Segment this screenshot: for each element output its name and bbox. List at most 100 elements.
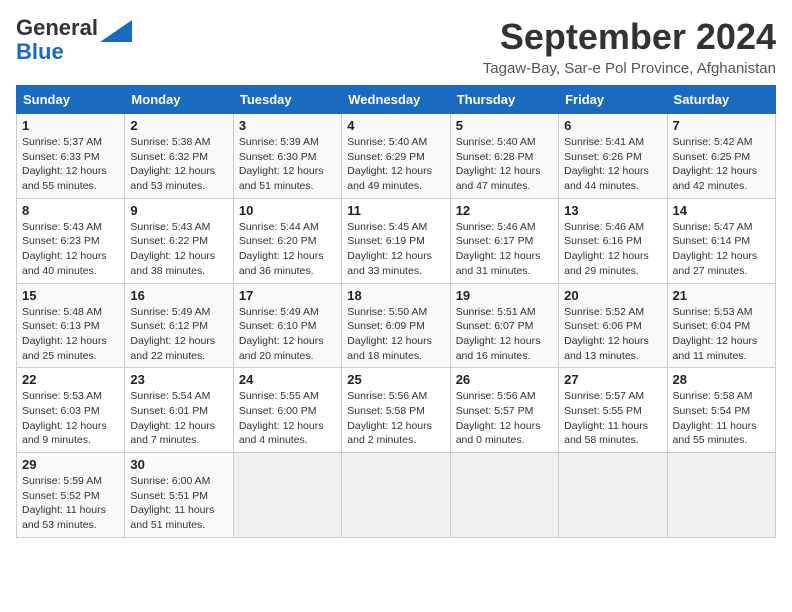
logo: GeneralBlue — [16, 16, 132, 64]
calendar-cell: 12 Sunrise: 5:46 AM Sunset: 6:17 PM Dayl… — [450, 198, 558, 283]
day-number: 7 — [673, 118, 770, 133]
calendar-cell: 18 Sunrise: 5:50 AM Sunset: 6:09 PM Dayl… — [342, 283, 450, 368]
calendar-cell — [342, 453, 450, 538]
day-number: 19 — [456, 288, 553, 303]
calendar-cell — [233, 453, 341, 538]
calendar-week-row: 8 Sunrise: 5:43 AM Sunset: 6:23 PM Dayli… — [17, 198, 776, 283]
day-number: 8 — [22, 203, 119, 218]
day-info: Sunrise: 5:43 AM Sunset: 6:22 PM Dayligh… — [130, 220, 227, 279]
day-number: 17 — [239, 288, 336, 303]
col-header-friday: Friday — [559, 86, 667, 114]
day-info: Sunrise: 5:40 AM Sunset: 6:28 PM Dayligh… — [456, 135, 553, 194]
calendar-table: SundayMondayTuesdayWednesdayThursdayFrid… — [16, 85, 776, 538]
day-info: Sunrise: 5:53 AM Sunset: 6:03 PM Dayligh… — [22, 389, 119, 448]
day-info: Sunrise: 5:37 AM Sunset: 6:33 PM Dayligh… — [22, 135, 119, 194]
col-header-sunday: Sunday — [17, 86, 125, 114]
day-info: Sunrise: 5:55 AM Sunset: 6:00 PM Dayligh… — [239, 389, 336, 448]
day-number: 1 — [22, 118, 119, 133]
location-subtitle: Tagaw-Bay, Sar-e Pol Province, Afghanist… — [483, 60, 776, 77]
day-info: Sunrise: 5:39 AM Sunset: 6:30 PM Dayligh… — [239, 135, 336, 194]
day-number: 14 — [673, 203, 770, 218]
calendar-cell: 10 Sunrise: 5:44 AM Sunset: 6:20 PM Dayl… — [233, 198, 341, 283]
calendar-cell: 26 Sunrise: 5:56 AM Sunset: 5:57 PM Dayl… — [450, 368, 558, 453]
day-number: 9 — [130, 203, 227, 218]
col-header-saturday: Saturday — [667, 86, 775, 114]
calendar-week-row: 22 Sunrise: 5:53 AM Sunset: 6:03 PM Dayl… — [17, 368, 776, 453]
calendar-cell: 6 Sunrise: 5:41 AM Sunset: 6:26 PM Dayli… — [559, 114, 667, 199]
calendar-cell: 11 Sunrise: 5:45 AM Sunset: 6:19 PM Dayl… — [342, 198, 450, 283]
day-info: Sunrise: 5:52 AM Sunset: 6:06 PM Dayligh… — [564, 305, 661, 364]
day-info: Sunrise: 5:46 AM Sunset: 6:16 PM Dayligh… — [564, 220, 661, 279]
day-number: 13 — [564, 203, 661, 218]
calendar-cell: 28 Sunrise: 5:58 AM Sunset: 5:54 PM Dayl… — [667, 368, 775, 453]
calendar-cell: 2 Sunrise: 5:38 AM Sunset: 6:32 PM Dayli… — [125, 114, 233, 199]
calendar-header-row: SundayMondayTuesdayWednesdayThursdayFrid… — [17, 86, 776, 114]
calendar-cell: 16 Sunrise: 5:49 AM Sunset: 6:12 PM Dayl… — [125, 283, 233, 368]
day-info: Sunrise: 5:59 AM Sunset: 5:52 PM Dayligh… — [22, 474, 119, 533]
calendar-cell: 24 Sunrise: 5:55 AM Sunset: 6:00 PM Dayl… — [233, 368, 341, 453]
page-header: GeneralBlue September 2024 Tagaw-Bay, Sa… — [16, 16, 776, 77]
day-info: Sunrise: 5:54 AM Sunset: 6:01 PM Dayligh… — [130, 389, 227, 448]
day-number: 22 — [22, 372, 119, 387]
day-number: 30 — [130, 457, 227, 472]
day-number: 15 — [22, 288, 119, 303]
day-number: 21 — [673, 288, 770, 303]
day-info: Sunrise: 5:49 AM Sunset: 6:12 PM Dayligh… — [130, 305, 227, 364]
day-number: 11 — [347, 203, 444, 218]
day-number: 27 — [564, 372, 661, 387]
calendar-cell: 29 Sunrise: 5:59 AM Sunset: 5:52 PM Dayl… — [17, 453, 125, 538]
calendar-cell: 25 Sunrise: 5:56 AM Sunset: 5:58 PM Dayl… — [342, 368, 450, 453]
day-info: Sunrise: 5:46 AM Sunset: 6:17 PM Dayligh… — [456, 220, 553, 279]
calendar-cell: 9 Sunrise: 5:43 AM Sunset: 6:22 PM Dayli… — [125, 198, 233, 283]
calendar-cell: 4 Sunrise: 5:40 AM Sunset: 6:29 PM Dayli… — [342, 114, 450, 199]
day-number: 6 — [564, 118, 661, 133]
calendar-cell: 20 Sunrise: 5:52 AM Sunset: 6:06 PM Dayl… — [559, 283, 667, 368]
day-info: Sunrise: 5:42 AM Sunset: 6:25 PM Dayligh… — [673, 135, 770, 194]
day-info: Sunrise: 5:57 AM Sunset: 5:55 PM Dayligh… — [564, 389, 661, 448]
day-number: 5 — [456, 118, 553, 133]
logo-icon — [100, 20, 132, 42]
calendar-cell: 13 Sunrise: 5:46 AM Sunset: 6:16 PM Dayl… — [559, 198, 667, 283]
calendar-cell: 17 Sunrise: 5:49 AM Sunset: 6:10 PM Dayl… — [233, 283, 341, 368]
day-number: 10 — [239, 203, 336, 218]
day-number: 29 — [22, 457, 119, 472]
day-number: 24 — [239, 372, 336, 387]
calendar-cell — [559, 453, 667, 538]
day-info: Sunrise: 5:38 AM Sunset: 6:32 PM Dayligh… — [130, 135, 227, 194]
logo-blue: Blue — [16, 39, 64, 64]
day-info: Sunrise: 5:50 AM Sunset: 6:09 PM Dayligh… — [347, 305, 444, 364]
calendar-cell: 7 Sunrise: 5:42 AM Sunset: 6:25 PM Dayli… — [667, 114, 775, 199]
logo-text: GeneralBlue — [16, 16, 98, 64]
day-number: 18 — [347, 288, 444, 303]
day-number: 2 — [130, 118, 227, 133]
col-header-tuesday: Tuesday — [233, 86, 341, 114]
day-number: 3 — [239, 118, 336, 133]
day-number: 12 — [456, 203, 553, 218]
calendar-week-row: 29 Sunrise: 5:59 AM Sunset: 5:52 PM Dayl… — [17, 453, 776, 538]
day-info: Sunrise: 5:43 AM Sunset: 6:23 PM Dayligh… — [22, 220, 119, 279]
calendar-cell: 5 Sunrise: 5:40 AM Sunset: 6:28 PM Dayli… — [450, 114, 558, 199]
day-number: 23 — [130, 372, 227, 387]
day-number: 28 — [673, 372, 770, 387]
calendar-cell: 19 Sunrise: 5:51 AM Sunset: 6:07 PM Dayl… — [450, 283, 558, 368]
calendar-cell — [450, 453, 558, 538]
day-number: 26 — [456, 372, 553, 387]
day-info: Sunrise: 6:00 AM Sunset: 5:51 PM Dayligh… — [130, 474, 227, 533]
calendar-cell: 1 Sunrise: 5:37 AM Sunset: 6:33 PM Dayli… — [17, 114, 125, 199]
calendar-cell: 14 Sunrise: 5:47 AM Sunset: 6:14 PM Dayl… — [667, 198, 775, 283]
calendar-cell: 23 Sunrise: 5:54 AM Sunset: 6:01 PM Dayl… — [125, 368, 233, 453]
day-info: Sunrise: 5:44 AM Sunset: 6:20 PM Dayligh… — [239, 220, 336, 279]
col-header-monday: Monday — [125, 86, 233, 114]
day-info: Sunrise: 5:45 AM Sunset: 6:19 PM Dayligh… — [347, 220, 444, 279]
calendar-cell: 21 Sunrise: 5:53 AM Sunset: 6:04 PM Dayl… — [667, 283, 775, 368]
calendar-cell: 22 Sunrise: 5:53 AM Sunset: 6:03 PM Dayl… — [17, 368, 125, 453]
day-info: Sunrise: 5:41 AM Sunset: 6:26 PM Dayligh… — [564, 135, 661, 194]
day-info: Sunrise: 5:56 AM Sunset: 5:58 PM Dayligh… — [347, 389, 444, 448]
calendar-cell — [667, 453, 775, 538]
calendar-week-row: 1 Sunrise: 5:37 AM Sunset: 6:33 PM Dayli… — [17, 114, 776, 199]
day-number: 16 — [130, 288, 227, 303]
col-header-thursday: Thursday — [450, 86, 558, 114]
day-info: Sunrise: 5:47 AM Sunset: 6:14 PM Dayligh… — [673, 220, 770, 279]
day-info: Sunrise: 5:53 AM Sunset: 6:04 PM Dayligh… — [673, 305, 770, 364]
col-header-wednesday: Wednesday — [342, 86, 450, 114]
